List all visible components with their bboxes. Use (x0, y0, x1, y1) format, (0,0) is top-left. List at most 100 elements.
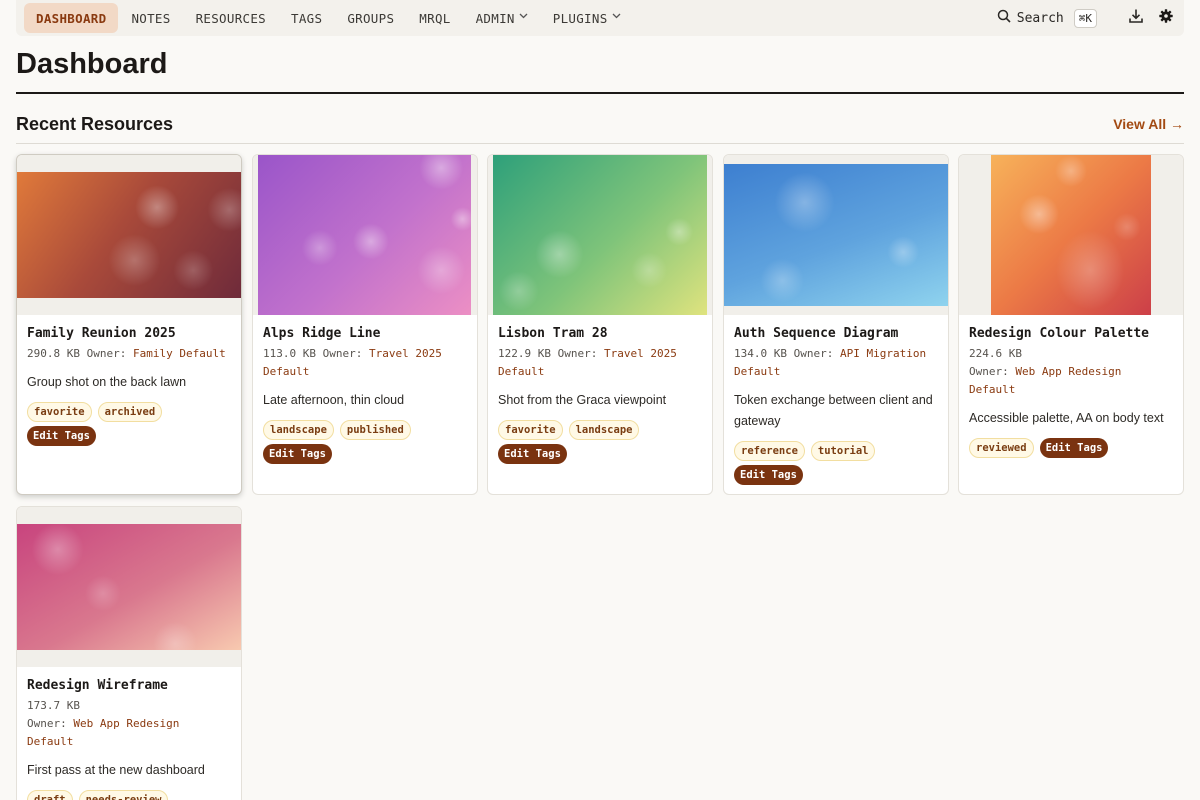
tag-list: landscape published Edit Tags (263, 420, 467, 464)
resource-thumbnail (253, 155, 477, 315)
nav-resources[interactable]: RESOURCES (184, 3, 278, 33)
resource-description: Shot from the Graca viewpoint (498, 393, 667, 407)
owner-label: Owner: (322, 347, 363, 360)
nav-admin[interactable]: ADMIN (464, 3, 540, 33)
resource-name[interactable]: Alps Ridge Line (263, 325, 467, 342)
edit-tags-button[interactable]: Edit Tags (1039, 438, 1109, 458)
tag-list: reference tutorial Edit Tags (734, 441, 938, 485)
page-title: Dashboard (16, 48, 168, 80)
resource-image (17, 172, 241, 298)
resource-description: First pass at the new dashboard (27, 763, 205, 777)
tag-chip[interactable]: archived (97, 402, 163, 422)
resource-image (991, 155, 1151, 315)
chevron-down-icon (612, 13, 621, 22)
tag-list: favorite archived Edit Tags (27, 402, 231, 446)
nav-dashboard-label: DASHBOARD (36, 10, 107, 26)
resource-thumbnail (17, 507, 241, 667)
resource-thumbnail (724, 155, 948, 315)
resource-name[interactable]: Family Reunion 2025 (27, 325, 231, 342)
resource-meta: 290.8 KB Owner: Family Default (27, 345, 231, 363)
tag-chip[interactable]: tutorial (810, 441, 876, 461)
nav-notes[interactable]: NOTES (119, 3, 182, 33)
nav-plugins-label: PLUGINS (552, 10, 608, 26)
resource-image (258, 155, 471, 315)
tag-list: reviewed Edit Tags (969, 438, 1173, 458)
resource-image (724, 164, 948, 306)
resource-thumbnail (959, 155, 1183, 315)
tag-chip[interactable]: favorite (27, 402, 92, 422)
tag-list: favorite landscape Edit Tags (498, 420, 702, 464)
search-icon (997, 9, 1011, 27)
resource-size: 134.0 KB (734, 347, 787, 360)
chevron-down-icon (519, 13, 528, 22)
nav-mrql[interactable]: MRQL (407, 3, 462, 33)
nav-tags[interactable]: TAGS (279, 3, 334, 33)
tag-chip[interactable]: reference (734, 441, 805, 461)
edit-tags-button[interactable]: Edit Tags (263, 444, 332, 464)
tag-chip[interactable]: favorite (498, 420, 563, 440)
nav-plugins[interactable]: PLUGINS (541, 3, 633, 33)
nav-admin-label: ADMIN (475, 10, 515, 26)
resource-thumbnail (17, 155, 241, 315)
resource-meta: 224.6 KB Owner: Web App Redesign Default (969, 345, 1173, 399)
resource-card[interactable]: Redesign Colour Palette 224.6 KB Owner: … (958, 154, 1184, 495)
resource-thumbnail (488, 155, 712, 315)
nav-mrql-label: MRQL (419, 10, 451, 26)
resource-meta: 122.9 KB Owner: Travel 2025 Default (498, 345, 702, 381)
section-title: Recent Resources (16, 114, 174, 134)
resource-meta: 134.0 KB Owner: API Migration Default (734, 345, 938, 381)
tag-chip[interactable]: reviewed (969, 438, 1034, 458)
resource-card[interactable]: Redesign Wireframe 173.7 KB Owner: Web A… (16, 506, 242, 800)
tag-chip[interactable]: needs-review (78, 790, 169, 800)
resource-card[interactable]: Family Reunion 2025 290.8 KB Owner: Fami… (16, 154, 242, 495)
tag-chip[interactable]: draft (27, 790, 73, 800)
resource-size: 290.8 KB (27, 347, 80, 360)
resource-image (17, 524, 241, 650)
tag-chip[interactable]: landscape (568, 420, 640, 440)
search-button[interactable]: Search ⌘K (991, 8, 1103, 28)
resource-size: 113.0 KB (263, 347, 316, 360)
resource-description: Late afternoon, thin cloud (263, 393, 405, 407)
download-icon (1128, 8, 1144, 29)
view-all-link[interactable]: View All → (1113, 116, 1184, 132)
resource-size: 173.7 KB (27, 699, 80, 712)
resource-card[interactable]: Alps Ridge Line 113.0 KB Owner: Travel 2… (252, 154, 478, 495)
resource-image (493, 155, 707, 315)
nav-groups-label: GROUPS (347, 10, 395, 26)
owner-label: Owner: (969, 365, 1009, 378)
resource-name[interactable]: Lisbon Tram 28 (498, 325, 702, 342)
download-button[interactable] (1121, 3, 1151, 33)
edit-tags-button[interactable]: Edit Tags (734, 465, 803, 485)
nav-notes-label: NOTES (131, 10, 171, 26)
resource-name[interactable]: Auth Sequence Diagram (734, 325, 938, 342)
owner-link[interactable]: Family Default (133, 347, 226, 360)
resource-name[interactable]: Redesign Wireframe (27, 677, 231, 694)
resource-card[interactable]: Lisbon Tram 28 122.9 KB Owner: Travel 20… (487, 154, 713, 495)
nav-groups[interactable]: GROUPS (335, 3, 406, 33)
resource-description: Group shot on the back lawn (27, 375, 187, 389)
tag-chip[interactable]: landscape (263, 420, 334, 440)
owner-label: Owner: (27, 717, 67, 730)
resource-meta: 113.0 KB Owner: Travel 2025 Default (263, 345, 467, 381)
resource-card[interactable]: Auth Sequence Diagram 134.0 KB Owner: AP… (723, 154, 949, 495)
resource-name[interactable]: Redesign Colour Palette (969, 325, 1173, 342)
settings-button[interactable] (1151, 3, 1181, 33)
top-nav: DASHBOARD NOTES RESOURCES TAGS GROUPS MR… (16, 0, 1184, 36)
nav-dashboard[interactable]: DASHBOARD (24, 3, 119, 33)
tag-list: draft needs-review Edit Tags (27, 790, 231, 800)
section-divider (16, 143, 1184, 144)
search-shortcut: ⌘K (1073, 8, 1097, 28)
edit-tags-button[interactable]: Edit Tags (498, 444, 567, 464)
resource-meta: 173.7 KB Owner: Web App Redesign Default (27, 697, 231, 751)
owner-label: Owner: (86, 347, 127, 360)
resource-description: Token exchange between client and gatewa… (734, 393, 933, 428)
nav-tags-label: TAGS (291, 10, 323, 26)
owner-label: Owner: (557, 347, 598, 360)
nav-resources-label: RESOURCES (195, 10, 267, 26)
resource-size: 224.6 KB (969, 347, 1022, 360)
tag-chip[interactable]: published (339, 420, 411, 440)
owner-label: Owner: (793, 347, 834, 360)
nav-actions: Search ⌘K (991, 0, 1184, 36)
edit-tags-button[interactable]: Edit Tags (27, 426, 96, 446)
resource-description: Accessible palette, AA on body text (969, 411, 1164, 425)
